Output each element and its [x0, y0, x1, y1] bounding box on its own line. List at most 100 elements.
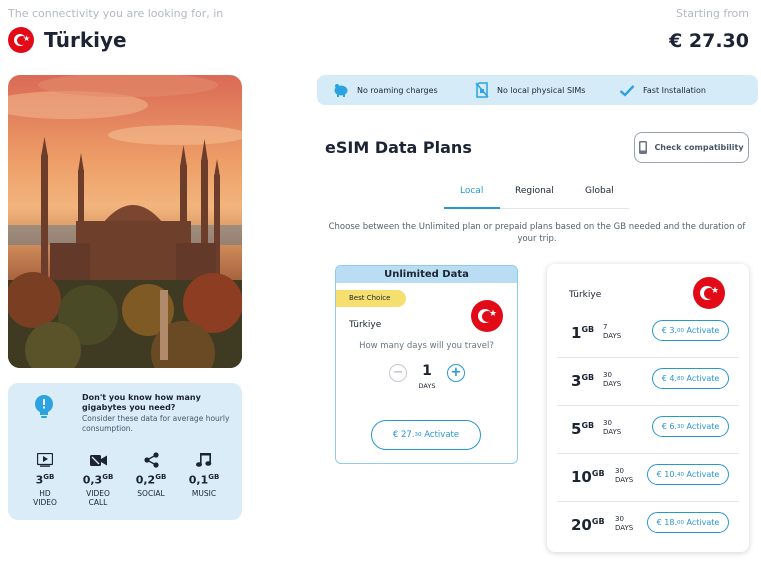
no-sim-icon	[475, 82, 489, 98]
plan-days: 30	[615, 515, 624, 523]
info-subtext: Consider these data for average hourly c…	[82, 414, 230, 433]
plan-activate-button[interactable]: € 10. 40 Activate	[647, 464, 729, 485]
plan-days-unit: DAYS	[603, 332, 622, 340]
plan-days-unit: DAYS	[603, 428, 622, 436]
music-icon	[196, 453, 212, 467]
check-compatibility-label: Check compatibility	[654, 143, 744, 152]
plan-cents: 40	[677, 471, 684, 478]
check-compatibility-button[interactable]: Check compatibility	[634, 132, 749, 163]
days-question: How many days will you travel?	[359, 341, 494, 351]
plan-gb-unit: GB	[581, 373, 595, 382]
lightbulb-icon	[35, 395, 53, 418]
feature-no-local-sim: No local physical SIMs	[475, 82, 585, 98]
plan-activate-button[interactable]: € 6. 30 Activate	[652, 416, 729, 437]
plan-activate-button[interactable]: € 3. 00 Activate	[652, 320, 729, 341]
plan-activate-label: Activate	[686, 326, 720, 335]
increase-days-button[interactable]: +	[447, 364, 465, 382]
days-stepper: − 1 DAYS +	[389, 363, 465, 390]
tagline: The connectivity you are looking for, in	[8, 7, 224, 20]
usage-unit: GB	[155, 473, 167, 481]
plan-days: 30	[603, 419, 612, 427]
turkey-flag-icon: ★	[693, 277, 725, 309]
plan-activate-button[interactable]: € 18. 00 Activate	[647, 512, 729, 533]
tab-local[interactable]: Local	[460, 186, 483, 196]
plans-description: Choose between the Unlimited plan or pre…	[328, 222, 746, 244]
plan-activate-label: Activate	[686, 470, 720, 479]
country-header: ★ Türkiye	[8, 27, 127, 53]
plan-activate-label: Activate	[686, 374, 720, 383]
usage-value: 0,2	[135, 473, 156, 487]
plan-gb: 5	[571, 420, 582, 438]
plan-price: € 10.	[656, 470, 677, 479]
usage-label: VIDEO CALL	[86, 488, 110, 507]
video-call-icon	[89, 454, 107, 466]
mosque-photo	[8, 75, 242, 368]
usage-video-call: 0,3GB VIDEO CALL	[73, 451, 123, 507]
activate-price: € 27.	[392, 430, 415, 440]
usage-social: 0,2GB SOCIAL	[126, 451, 176, 498]
plan-days-unit: DAYS	[615, 476, 634, 484]
usage-label: HD VIDEO	[33, 488, 57, 507]
plan-activate-label: Activate	[686, 422, 720, 431]
active-tab-indicator	[444, 207, 500, 209]
plan-row: 10GB 30 DAYS € 10. 40 Activate	[557, 454, 739, 502]
tab-global[interactable]: Global	[585, 186, 614, 196]
checkmark-icon	[619, 84, 635, 97]
info-question: Don't you know how many gigabytes you ne…	[82, 393, 201, 412]
feature-label: No local physical SIMs	[497, 85, 586, 95]
plan-row: 3GB 30 DAYS € 4. 80 Activate	[557, 358, 739, 406]
share-icon	[143, 452, 159, 468]
plan-gb-unit: GB	[581, 421, 595, 430]
country-title: Türkiye	[44, 28, 127, 52]
plan-cents: 30	[676, 423, 684, 430]
plan-gb: 1	[571, 324, 582, 342]
usage-unit: GB	[43, 473, 55, 481]
starting-price: € 27.30	[669, 30, 749, 52]
plan-days: 30	[603, 371, 612, 379]
usage-label: SOCIAL	[137, 488, 165, 498]
piggy-bank-icon	[334, 84, 348, 97]
usage-unit: GB	[208, 473, 220, 481]
phone-icon	[639, 141, 648, 154]
days-unit: DAYS	[418, 382, 436, 390]
plan-days: 7	[603, 323, 608, 331]
features-bar: No roaming charges No local physical SIM…	[317, 75, 758, 105]
turkey-flag-icon: ★	[471, 300, 503, 332]
starting-from-label: Starting from	[676, 7, 749, 20]
plan-row: 1GB 7 DAYS € 3. 00 Activate	[557, 310, 739, 358]
unlimited-header: Unlimited Data	[336, 266, 517, 283]
plan-cents: 00	[677, 519, 684, 526]
plan-cents: 00	[676, 327, 684, 334]
plan-price: € 4.	[661, 374, 677, 383]
turkey-flag-icon: ★	[8, 27, 34, 53]
video-icon	[37, 453, 53, 467]
unlimited-country: Türkiye	[349, 320, 382, 330]
section-title: eSIM Data Plans	[325, 138, 472, 157]
plan-gb: 20	[571, 516, 592, 534]
plan-row: 20GB 30 DAYS € 18. 00 Activate	[557, 502, 739, 550]
prepaid-plans-card: Türkiye ★ 1GB 7 DAYS € 3. 00 Activate 3GB …	[547, 264, 749, 552]
plan-activate-label: Activate	[686, 518, 720, 527]
best-choice-badge: Best Choice	[336, 290, 406, 307]
plan-tabs: Local Regional Global	[444, 183, 629, 209]
usage-hd-video: 3GB HD VIDEO	[20, 451, 70, 507]
plan-gb-unit: GB	[581, 325, 595, 334]
plan-price: € 3.	[661, 326, 677, 335]
activate-label: Activate	[424, 430, 460, 440]
plan-cents: 80	[676, 375, 684, 382]
plan-row: 5GB 30 DAYS € 6. 30 Activate	[557, 406, 739, 454]
prepaid-country: Türkiye	[569, 290, 602, 300]
unlimited-activate-button[interactable]: € 27. 30 Activate	[371, 420, 481, 450]
plan-days-unit: DAYS	[615, 524, 634, 532]
feature-label: No roaming charges	[357, 85, 438, 95]
data-usage-info: Don't you know how many gigabytes you ne…	[8, 383, 242, 520]
activate-cents: 30	[414, 432, 422, 438]
usage-value: 0,3	[82, 473, 103, 487]
plan-gb-unit: GB	[591, 517, 605, 526]
feature-no-roaming: No roaming charges	[333, 83, 438, 97]
plan-activate-button[interactable]: € 4. 80 Activate	[652, 368, 729, 389]
usage-music: 0,1GB MUSIC	[179, 451, 229, 498]
usage-label: MUSIC	[191, 488, 217, 498]
usage-unit: GB	[102, 473, 114, 481]
tab-regional[interactable]: Regional	[515, 186, 554, 196]
